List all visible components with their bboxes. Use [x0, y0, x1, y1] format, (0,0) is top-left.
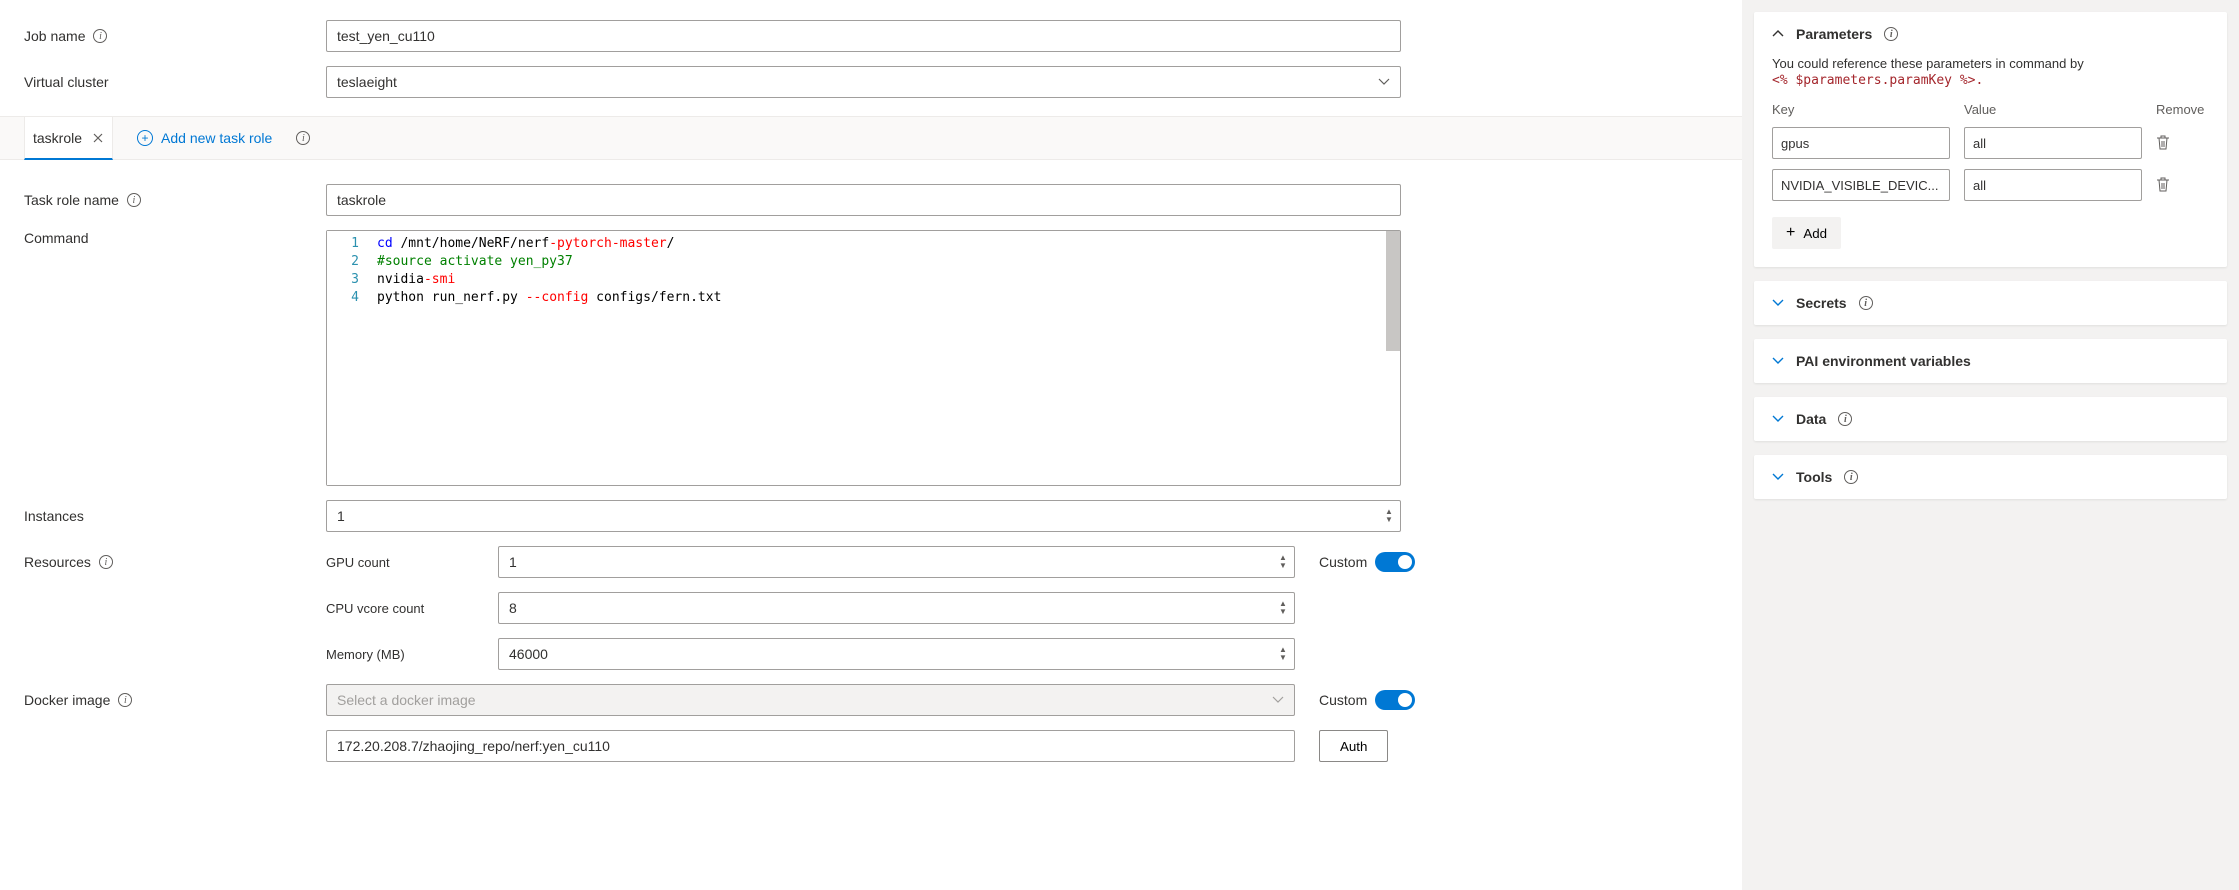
chevron-down-icon	[1272, 694, 1284, 706]
trash-icon	[2156, 135, 2196, 151]
docker-custom-toggle[interactable]	[1375, 690, 1415, 710]
chevron-down-icon	[1772, 297, 1784, 309]
parameters-hint: You could reference these parameters in …	[1772, 56, 2209, 88]
spinner-arrows-icon[interactable]: ▲▼	[1276, 639, 1290, 669]
param-key-input[interactable]: NVIDIA_VISIBLE_DEVIC...	[1772, 169, 1950, 201]
info-icon[interactable]: i	[93, 29, 107, 43]
info-icon[interactable]: i	[1859, 296, 1873, 310]
docker-image-label: Docker image i	[24, 692, 326, 708]
plus-icon: +	[1786, 225, 1795, 241]
gpu-count-label: GPU count	[326, 555, 474, 570]
memory-input[interactable]: 46000 ▲▼	[498, 638, 1295, 670]
job-name-label: Job name i	[24, 28, 326, 44]
resources-label: Resources i	[24, 554, 326, 570]
virtual-cluster-select[interactable]: teslaeight	[326, 66, 1401, 98]
command-label: Command	[24, 230, 326, 246]
info-icon[interactable]: i	[118, 693, 132, 707]
info-icon[interactable]: i	[127, 193, 141, 207]
custom-toggle-label: Custom	[1319, 692, 1367, 708]
memory-label: Memory (MB)	[326, 647, 474, 662]
chevron-down-icon	[1772, 471, 1784, 483]
trash-icon	[2156, 177, 2196, 193]
parameters-card: Parameters i You could reference these p…	[1754, 12, 2227, 267]
param-row: gpus all	[1772, 127, 2209, 159]
job-name-input[interactable]: test_yen_cu110	[326, 20, 1401, 52]
info-icon[interactable]: i	[1884, 27, 1898, 41]
info-icon[interactable]: i	[1838, 412, 1852, 426]
chevron-up-icon	[1772, 28, 1784, 40]
spinner-arrows-icon[interactable]: ▲▼	[1276, 547, 1290, 577]
param-value-input[interactable]: all	[1964, 169, 2142, 201]
cpu-count-input[interactable]: 8 ▲▼	[498, 592, 1295, 624]
instances-input[interactable]: 1 ▲▼	[326, 500, 1401, 532]
param-key-input[interactable]: gpus	[1772, 127, 1950, 159]
task-role-name-input[interactable]: taskrole	[326, 184, 1401, 216]
info-icon[interactable]: i	[99, 555, 113, 569]
data-card: Data i	[1754, 397, 2227, 441]
chevron-down-icon	[1772, 413, 1784, 425]
add-param-button[interactable]: + Add	[1772, 217, 1841, 249]
instances-label: Instances	[24, 508, 326, 524]
pai-env-card: PAI environment variables	[1754, 339, 2227, 383]
tools-card: Tools i	[1754, 455, 2227, 499]
editor-gutter: 1234	[327, 231, 367, 485]
param-header: Key Value Remove	[1772, 102, 2209, 117]
data-header[interactable]: Data i	[1754, 397, 2227, 441]
info-icon[interactable]: i	[1844, 470, 1858, 484]
task-role-name-label: Task role name i	[24, 192, 326, 208]
scrollbar[interactable]	[1386, 231, 1400, 351]
add-task-role-button[interactable]: + Add new task role	[137, 117, 272, 159]
spinner-arrows-icon[interactable]: ▲▼	[1382, 501, 1396, 531]
gpu-count-input[interactable]: 1 ▲▼	[498, 546, 1295, 578]
remove-param-button[interactable]	[2156, 177, 2196, 193]
remove-param-button[interactable]	[2156, 135, 2196, 151]
custom-toggle-label: Custom	[1319, 554, 1367, 570]
docker-image-select: Select a docker image	[326, 684, 1295, 716]
param-row: NVIDIA_VISIBLE_DEVIC... all	[1772, 169, 2209, 201]
param-value-input[interactable]: all	[1964, 127, 2142, 159]
pai-env-header[interactable]: PAI environment variables	[1754, 339, 2227, 383]
command-editor[interactable]: 1234 cd /mnt/home/NeRF/nerf-pytorch-mast…	[326, 230, 1401, 486]
chevron-down-icon	[1378, 76, 1390, 88]
parameters-header[interactable]: Parameters i	[1754, 12, 2227, 56]
tab-taskrole[interactable]: taskrole	[24, 116, 113, 160]
cpu-count-label: CPU vcore count	[326, 601, 474, 616]
auth-button[interactable]: Auth	[1319, 730, 1388, 762]
chevron-down-icon	[1772, 355, 1784, 367]
docker-image-input[interactable]: 172.20.208.7/zhaojing_repo/nerf:yen_cu11…	[326, 730, 1295, 762]
editor-content[interactable]: cd /mnt/home/NeRF/nerf-pytorch-master/ #…	[367, 231, 1400, 485]
taskrole-tabs: taskrole + Add new task role i	[0, 116, 1742, 160]
close-icon[interactable]	[92, 132, 104, 144]
secrets-card: Secrets i	[1754, 281, 2227, 325]
spinner-arrows-icon[interactable]: ▲▼	[1276, 593, 1290, 623]
virtual-cluster-label: Virtual cluster	[24, 74, 326, 90]
tools-header[interactable]: Tools i	[1754, 455, 2227, 499]
resources-custom-toggle[interactable]	[1375, 552, 1415, 572]
plus-icon: +	[137, 130, 153, 146]
tab-taskrole-label: taskrole	[33, 130, 82, 146]
info-icon[interactable]: i	[296, 131, 310, 145]
secrets-header[interactable]: Secrets i	[1754, 281, 2227, 325]
